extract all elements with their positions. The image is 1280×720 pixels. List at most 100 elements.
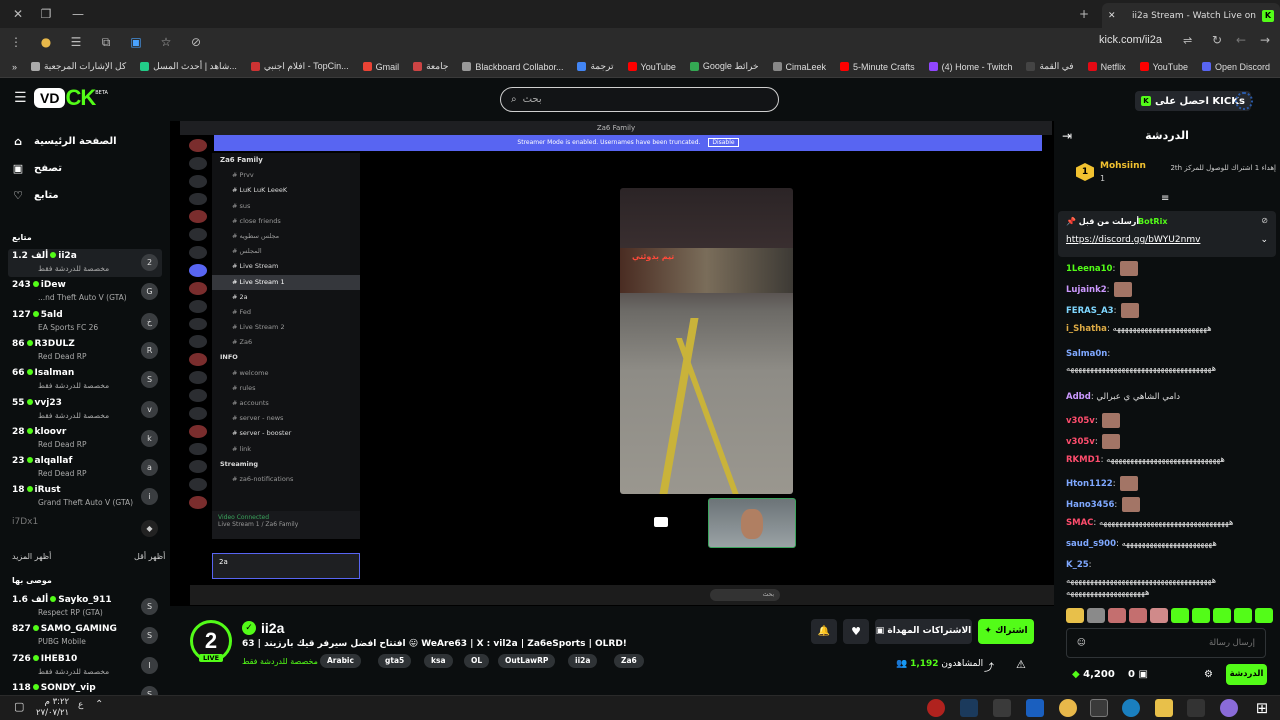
bookmark-star-icon[interactable]: ☆ [158,35,174,49]
user-profile-icon[interactable] [1235,92,1253,110]
channel-item[interactable]: 1.6 ألف Sayko_911 Respect RP (GTA) S [8,593,162,621]
emote-icon[interactable] [1150,608,1168,623]
emote-icon[interactable] [1087,608,1105,623]
chat-username[interactable]: saud_s900 [1066,539,1116,549]
extensions-icon[interactable]: ☰ [68,35,84,49]
chat-input[interactable]: ☺ إرسال رسالة [1066,628,1266,658]
chat-username[interactable]: RKMD1 [1066,455,1101,465]
cast-icon[interactable]: ▣ [128,35,144,49]
emote-icon[interactable] [1129,608,1147,623]
bookmark-item[interactable]: Open Discord [1201,62,1270,72]
emote-icon[interactable] [1213,608,1231,623]
bookmark-item[interactable]: Blackboard Collabor... [462,62,563,72]
chat-username[interactable]: Adbd [1066,392,1091,402]
bookmark-item[interactable]: 5-Minute Crafts [840,62,915,72]
bookmarks-overflow-icon[interactable]: » [12,62,17,72]
follow-heart-button[interactable]: ♥ [843,619,869,644]
chat-settings-gear-icon[interactable]: ⚙ [1204,669,1213,680]
emote-icon[interactable] [1171,608,1189,623]
back-icon[interactable]: → [1260,33,1270,47]
hamburger-menu-icon[interactable]: ☰ [14,91,28,105]
stream-tag[interactable]: OL [464,654,490,668]
browser-tab-active[interactable]: ✕ ii2a Stream - Watch Live on K [1102,3,1280,28]
mail-icon[interactable] [1026,699,1044,717]
new-tab-icon[interactable]: + [1076,6,1092,22]
chevron-down-icon[interactable]: ⌄ [1260,235,1268,245]
show-less-link[interactable]: أظهر أقل [134,552,165,561]
gift-subs-button[interactable]: ▣ الاشتراكات المهداة [875,619,972,644]
copilot-icon[interactable] [1220,699,1238,717]
nav-item[interactable]: ⌂ الصفحة الرئيسية [12,135,117,148]
chat-username[interactable]: Lujaink2 [1066,285,1107,295]
site-settings-icon[interactable]: ⇌ [1183,34,1192,47]
minimize-window-icon[interactable]: — [70,6,86,22]
windows-start-icon[interactable]: ⊞ [1253,699,1271,717]
chevron-up-icon[interactable]: ⌃ [95,699,103,710]
chat-username[interactable]: SMAC [1066,518,1093,528]
channel-item[interactable]: 66 Isalman مخصصة للدردشة فقط S [8,366,162,394]
bookmark-item[interactable]: YouTube [627,62,676,72]
bookmark-item[interactable]: كل الإشارات المرجعية [30,61,126,72]
get-kicks-button[interactable]: K احصل على KICKs [1135,91,1251,111]
channel-item[interactable]: 55 vvj23 مخصصة للدردشة فقط v [8,396,162,424]
bookmark-item[interactable]: ترجمة [577,61,614,72]
chat-username[interactable]: i_Shatha [1066,324,1107,334]
chat-username[interactable]: v305v [1066,416,1095,426]
pinned-link[interactable]: https://discord.gg/bWYU2nmv [1066,235,1200,245]
video-player[interactable]: Za6 Family Streamer Mode is enabled. Use… [170,121,1062,606]
bookmark-item[interactable]: شاهد | أحدث المسل... [140,61,237,72]
notification-bell-button[interactable]: 🔔 [811,619,837,644]
emote-icon[interactable] [1234,608,1252,623]
chat-username[interactable]: K_25 [1066,560,1089,570]
bookmark-item[interactable]: Google خرائط [689,61,759,72]
channel-item[interactable]: 23 alqallaf Red Dead RP a [8,454,162,482]
chat-username[interactable]: Hano3456 [1066,500,1114,510]
stream-tag[interactable]: Za6 [614,654,644,668]
address-bar-url[interactable]: kick.com/ii2a [1099,34,1162,46]
tabs-icon[interactable]: ⧉ [98,35,114,50]
channel-name[interactable]: ii2a [261,620,284,636]
emote-icon[interactable] [1255,608,1273,623]
unpin-icon[interactable]: ⊘ [1261,216,1268,225]
report-icon[interactable]: ⚠ [1016,658,1026,671]
chrome-profile-icon[interactable]: ● [38,35,54,49]
emoji-icon[interactable]: ☺ [1077,638,1086,648]
chat-username[interactable]: v305v [1066,437,1095,447]
expand-icon[interactable]: ≡ [1161,193,1169,204]
emote-icon[interactable] [1192,608,1210,623]
menu-dots-icon[interactable]: ⋮ [8,35,24,49]
chat-username[interactable]: Salma0n [1066,349,1107,359]
bookmark-item[interactable]: في القمة [1026,61,1074,72]
kick-logo[interactable]: VD CK BETA [34,84,108,112]
steam-icon[interactable] [960,699,978,717]
channel-item[interactable]: 243 iDew ...nd Theft Auto V (GTA) G [8,278,162,306]
kick-taskbar-icon[interactable] [1090,699,1108,717]
close-window-icon[interactable]: ✕ [10,6,26,22]
stream-tag[interactable]: Arabic [320,654,361,668]
taskbar-clock[interactable]: ٣:٢٢ م ٢٧/٠٧/٢١ [36,697,69,719]
channel-item[interactable]: 18 iRust Grand Theft Auto V (GTA) i [8,483,162,511]
stream-tag[interactable]: gta5 [378,654,412,668]
file-explorer-icon[interactable] [1155,699,1173,717]
bookmark-item[interactable]: Netflix [1087,62,1126,72]
channel-item[interactable]: 127 5ald EA Sports FC 26 خ [8,308,162,336]
reload-icon[interactable]: ↻ [1212,33,1222,47]
chat-username[interactable]: FERAS_A3 [1066,306,1114,316]
bookmark-item[interactable]: افلام اجنبي - TopCin... [250,61,349,72]
chat-username[interactable]: Hton1122 [1066,479,1113,489]
share-icon[interactable]: ⤴ [984,659,994,674]
stream-category[interactable]: مخصصة للدردشة فقط [242,657,318,666]
subscribe-button[interactable]: ✦ اشتراك [978,619,1034,644]
stream-tag[interactable]: ii2a [568,654,598,668]
bookmark-item[interactable]: جامعة [413,61,448,72]
restore-window-icon[interactable]: ❐ [38,6,54,22]
chat-username[interactable]: 1Leena10 [1066,264,1112,274]
app-icon-2[interactable] [1187,699,1205,717]
channel-item[interactable]: 28 kloovr Red Dead RP k [8,425,162,453]
nav-item[interactable]: ▣ تصفح [12,162,62,175]
bookmark-item[interactable]: (4) Home - Twitch [928,62,1012,72]
close-tab-icon[interactable]: ✕ [1108,11,1116,21]
stream-tag[interactable]: OutLawRP [498,654,556,668]
emote-icon[interactable] [1066,608,1084,623]
edge-icon[interactable] [1122,699,1140,717]
